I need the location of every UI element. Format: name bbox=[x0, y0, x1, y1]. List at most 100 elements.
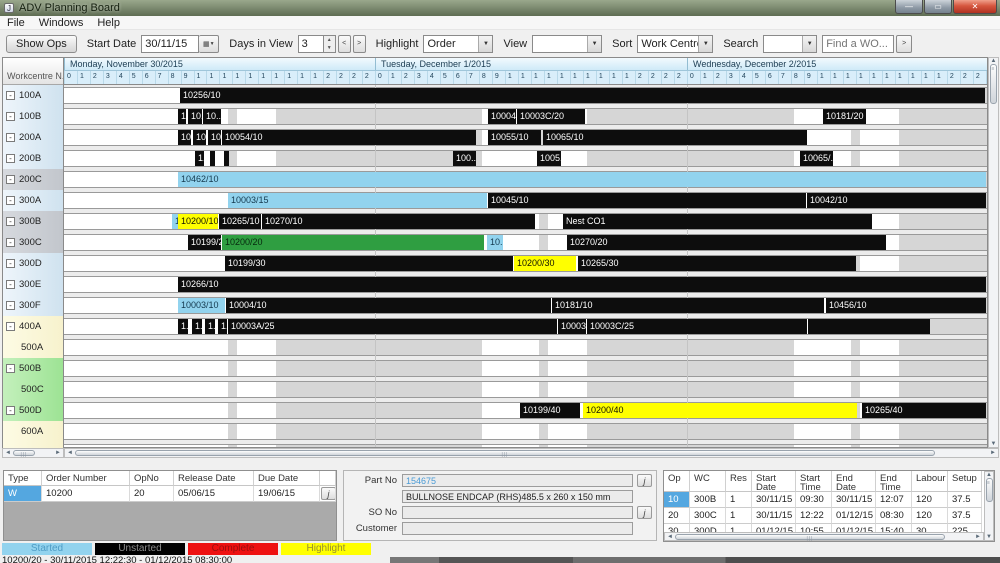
expander-icon[interactable]: - bbox=[6, 91, 15, 100]
expander-icon[interactable]: - bbox=[6, 259, 15, 268]
gantt-bar[interactable]: 10003C/20 bbox=[517, 109, 585, 124]
menu-windows[interactable]: Windows bbox=[32, 17, 91, 29]
gantt-bar[interactable]: 10003A/25 bbox=[228, 319, 557, 334]
gantt-bar[interactable]: 10054/10 bbox=[222, 130, 476, 145]
gantt-bar[interactable]: 10045/10 bbox=[488, 193, 806, 208]
operations-horizontal-scrollbar[interactable]: ◄ ||| ► bbox=[664, 532, 984, 541]
stepper-up-icon[interactable]: ▲ bbox=[324, 36, 335, 44]
gantt-bar[interactable]: Nest CO1 bbox=[563, 214, 872, 229]
orders-cell[interactable]: 05/06/15 bbox=[174, 486, 254, 502]
operations-cell[interactable]: 37.5 bbox=[948, 492, 982, 508]
operations-vertical-scrollbar[interactable]: ▲ ≡ ▼ bbox=[984, 471, 994, 541]
gantt-bar[interactable]: 10200/20 bbox=[222, 235, 484, 250]
operations-cell[interactable]: 37.5 bbox=[948, 508, 982, 524]
gantt-bar[interactable] bbox=[210, 151, 215, 166]
gantt-bar[interactable]: 100... bbox=[453, 151, 476, 166]
operations-row[interactable]: 10300B130/11/1509:3030/11/1512:0712037.5 bbox=[664, 492, 984, 508]
workcentre-row-300C[interactable]: -300C bbox=[3, 232, 63, 253]
workcentre-row-200B[interactable]: -200B bbox=[3, 148, 63, 169]
gantt-bar[interactable]: 10... bbox=[178, 130, 191, 145]
view-select[interactable]: ▼ bbox=[532, 35, 602, 53]
days-in-view-stepper[interactable]: ▲ ▼ bbox=[324, 35, 336, 53]
workcentre-row-300D[interactable]: -300D bbox=[3, 253, 63, 274]
gantt-bar[interactable]: 10265/40 bbox=[862, 403, 986, 418]
orders-cell[interactable]: W bbox=[4, 486, 42, 502]
operations-cell[interactable]: 120 bbox=[912, 508, 948, 524]
workcentre-row-500D[interactable]: -500D bbox=[3, 400, 63, 421]
workcentre-row-400A[interactable]: -400A bbox=[3, 316, 63, 337]
workcentre-row-300B[interactable]: -300B bbox=[3, 211, 63, 232]
gantt-bar[interactable]: 10... bbox=[193, 130, 206, 145]
part-no-lookup-button[interactable]: j bbox=[637, 474, 652, 487]
expander-icon[interactable]: - bbox=[6, 301, 15, 310]
prev-day-button[interactable]: < bbox=[338, 35, 351, 53]
gantt-bar[interactable]: 10... bbox=[188, 109, 202, 124]
operations-cell[interactable]: 10 bbox=[664, 492, 690, 508]
gantt-bar[interactable]: 10270/10 bbox=[262, 214, 535, 229]
workcentre-row-300E[interactable]: -300E bbox=[3, 274, 63, 295]
gantt-bar[interactable]: 1... bbox=[178, 319, 188, 334]
scrollbar-thumb[interactable]: ≡ bbox=[986, 478, 993, 502]
workcentre-row-500B[interactable]: -500B bbox=[3, 358, 63, 379]
orders-cell[interactable]: 19/06/15 bbox=[254, 486, 320, 502]
operations-cell[interactable]: 20 bbox=[664, 508, 690, 524]
operations-cell[interactable]: 1 bbox=[726, 508, 752, 524]
minimize-icon[interactable]: — bbox=[895, 0, 923, 14]
gantt-bar[interactable]: 10200/40 bbox=[583, 403, 857, 418]
gantt-bar[interactable]: 10462/10 bbox=[178, 172, 986, 187]
gantt-bar[interactable]: 10265/30 bbox=[578, 256, 856, 271]
orders-lookup-button[interactable]: j bbox=[321, 487, 336, 500]
operations-cell[interactable]: 30/11/15 bbox=[752, 508, 796, 524]
gantt-bar[interactable]: 10065/... bbox=[800, 151, 833, 166]
orders-cell[interactable]: 20 bbox=[130, 486, 174, 502]
workcentre-row-200C[interactable]: -200C bbox=[3, 169, 63, 190]
gantt-bar[interactable]: 10004... bbox=[488, 109, 516, 124]
gantt-bar[interactable]: 10003/10 bbox=[178, 298, 225, 313]
sort-select[interactable]: Work Centre ▼ bbox=[637, 35, 713, 53]
gantt-bar[interactable]: 1... bbox=[192, 319, 202, 334]
gantt-bar[interactable]: 10065/10 bbox=[543, 130, 807, 145]
operations-cell[interactable]: 09:30 bbox=[796, 492, 832, 508]
maximize-icon[interactable]: ▭ bbox=[924, 0, 952, 14]
gantt-vertical-scrollbar[interactable]: ▲ ≡ ▼ bbox=[988, 57, 999, 448]
expander-icon[interactable]: - bbox=[6, 175, 15, 184]
expander-icon[interactable]: - bbox=[6, 112, 15, 121]
gantt-horizontal-scrollbar[interactable]: ◄ ||| ► bbox=[64, 448, 999, 458]
find-wo-input[interactable] bbox=[822, 35, 894, 53]
operations-cell[interactable]: 01/12/15 bbox=[832, 508, 876, 524]
gantt-bar[interactable]: 10270/20 bbox=[567, 235, 886, 250]
gantt-bar[interactable]: 10266/10 bbox=[178, 277, 986, 292]
gantt-bar[interactable]: 10200/10 bbox=[178, 214, 218, 229]
expander-icon[interactable]: - bbox=[6, 406, 15, 415]
workcentre-row-300A[interactable]: -300A bbox=[3, 190, 63, 211]
gantt-bar[interactable]: 10199/20 bbox=[188, 235, 221, 250]
workcentre-row-600A[interactable]: 600A bbox=[3, 421, 63, 442]
orders-cell[interactable]: 10200 bbox=[42, 486, 130, 502]
calendar-icon[interactable]: ▦▼ bbox=[199, 35, 219, 53]
gantt-bar[interactable]: 10181/10 bbox=[552, 298, 824, 313]
menu-file[interactable]: File bbox=[0, 17, 32, 29]
gantt-bar[interactable]: 10... bbox=[208, 130, 221, 145]
part-no-field[interactable]: 154675 bbox=[402, 474, 633, 487]
scroll-right-icon[interactable]: ► bbox=[53, 450, 63, 456]
gantt-bar[interactable]: 10199/30 bbox=[225, 256, 513, 271]
operations-cell[interactable]: 1 bbox=[726, 492, 752, 508]
operations-cell[interactable]: 12:07 bbox=[876, 492, 912, 508]
gantt-bar[interactable]: 1 bbox=[178, 109, 186, 124]
gantt-bar[interactable]: 10200/30 bbox=[514, 256, 576, 271]
expander-icon[interactable]: - bbox=[6, 364, 15, 373]
workcentre-row-300F[interactable]: -300F bbox=[3, 295, 63, 316]
workcentre-row-500A[interactable]: 500A bbox=[3, 337, 63, 358]
days-in-view-input[interactable] bbox=[298, 35, 324, 53]
customer-field[interactable] bbox=[402, 522, 633, 535]
gantt-bar[interactable]: 10181/20 bbox=[823, 109, 866, 124]
gantt-bar[interactable]: 1... bbox=[218, 319, 227, 334]
operations-cell[interactable]: 120 bbox=[912, 492, 948, 508]
find-go-button[interactable]: > bbox=[896, 35, 912, 53]
scroll-down-icon[interactable]: ▼ bbox=[989, 441, 999, 447]
expander-icon[interactable]: - bbox=[6, 238, 15, 247]
workcentre-horizontal-scrollbar[interactable]: ◄ ||| ► bbox=[2, 448, 64, 458]
gantt-bar[interactable]: 10042/10 bbox=[807, 193, 986, 208]
gantt-bar[interactable]: 1... bbox=[195, 151, 204, 166]
start-date-input[interactable] bbox=[141, 35, 199, 53]
